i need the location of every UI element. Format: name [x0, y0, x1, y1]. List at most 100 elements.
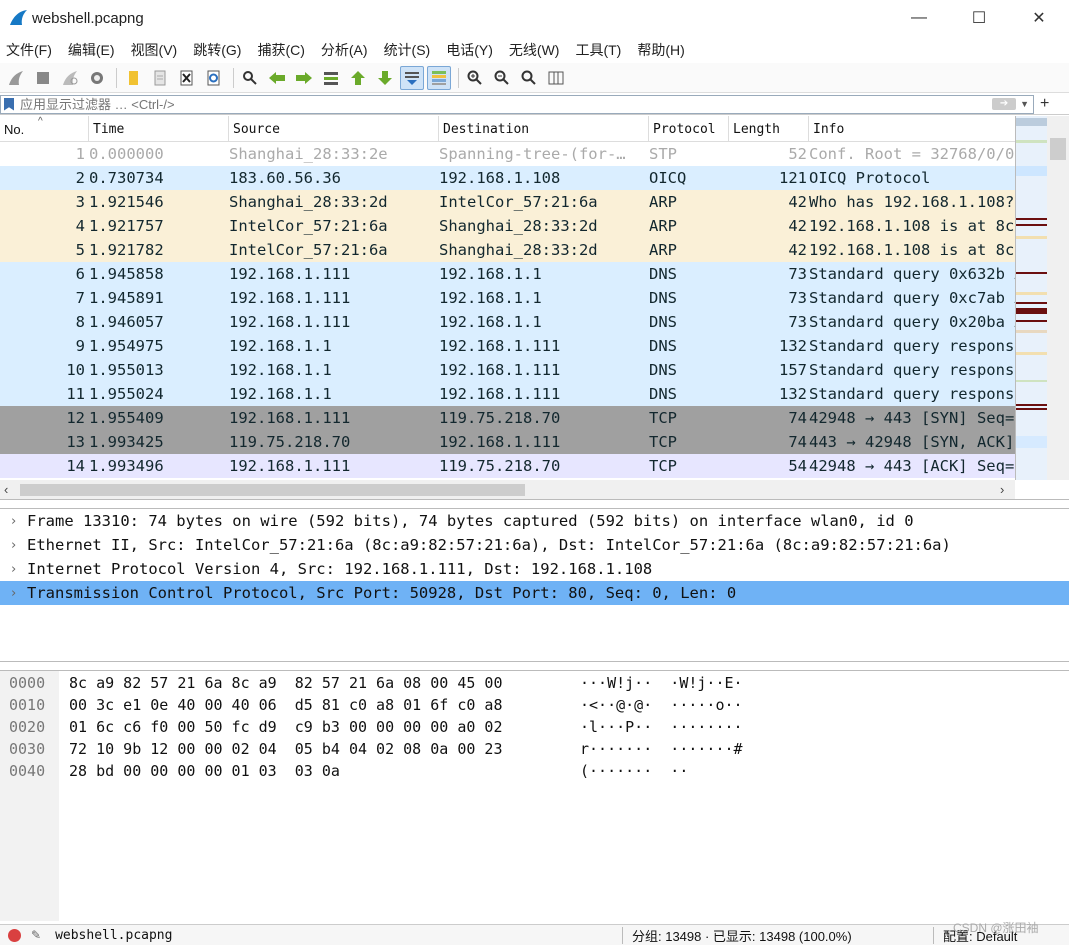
column-header-time[interactable]: Time: [89, 116, 229, 142]
detail-tree-item[interactable]: › Transmission Control Protocol, Src Port…: [0, 581, 1069, 605]
packet-row[interactable]: 4 1.921757 IntelCor_57:21:6a Shanghai_28:33…: [0, 214, 1015, 238]
go-forward-icon[interactable]: [292, 66, 316, 90]
bytes-offset[interactable]: 0020: [9, 716, 45, 738]
bytes-offset[interactable]: 0000: [9, 672, 45, 694]
menu-analyze[interactable]: 分析(A): [321, 40, 368, 60]
start-capture-icon[interactable]: [4, 66, 28, 90]
scroll-right-icon[interactable]: ›: [1000, 482, 1004, 497]
stop-capture-icon[interactable]: [31, 66, 55, 90]
column-header-protocol[interactable]: Protocol: [649, 116, 729, 142]
packet-cell-dst: Shanghai_28:33:2d: [439, 241, 598, 259]
go-last-icon[interactable]: [373, 66, 397, 90]
scrollbar-thumb[interactable]: [1050, 138, 1066, 160]
packet-row[interactable]: 7 1.945891 192.168.1.111 192.168.1.1 DNS 73 St…: [0, 286, 1015, 310]
colorize-icon[interactable]: [427, 65, 451, 90]
column-header-no[interactable]: No.: [0, 116, 89, 142]
bytes-hex[interactable]: 8c a9 82 57 21 6a 8c a9 82 57 21 6a 08 0…: [69, 672, 502, 694]
packet-cell-dst: 192.168.1.1: [439, 313, 542, 331]
scrollbar-thumb[interactable]: [20, 484, 525, 496]
packet-list-vertical-scrollbar[interactable]: [1047, 116, 1069, 480]
restart-capture-icon[interactable]: [58, 66, 82, 90]
detail-tree-item[interactable]: › Ethernet II, Src: IntelCor_57:21:6a (8c…: [0, 533, 1069, 557]
save-file-icon[interactable]: [148, 66, 172, 90]
chevron-down-icon[interactable]: ▼: [1020, 99, 1029, 109]
column-header-length[interactable]: Length: [729, 116, 809, 142]
toolbar-separator: [116, 67, 117, 88]
detail-tree-item[interactable]: › Internet Protocol Version 4, Src: 192.1…: [0, 557, 1069, 581]
find-packet-icon[interactable]: [238, 66, 262, 90]
go-back-icon[interactable]: [265, 66, 289, 90]
open-file-icon[interactable]: [121, 66, 145, 90]
packet-cell-proto: TCP: [649, 433, 677, 451]
capture-comment-icon[interactable]: ✎: [31, 928, 41, 942]
bytes-ascii[interactable]: ···W!j·· ·W!j··E·: [580, 672, 743, 694]
scroll-left-icon[interactable]: ‹: [4, 482, 8, 497]
zoom-in-icon[interactable]: [463, 66, 487, 90]
detail-tree-item[interactable]: › Frame 13310: 74 bytes on wire (592 bits…: [0, 509, 1069, 533]
menu-view[interactable]: 视图(V): [131, 40, 178, 60]
go-first-icon[interactable]: [346, 66, 370, 90]
chevron-right-icon[interactable]: ›: [0, 514, 27, 529]
display-filter-input[interactable]: [20, 96, 993, 112]
menu-tools[interactable]: 工具(T): [575, 40, 621, 60]
chevron-right-icon[interactable]: ›: [0, 538, 27, 553]
packet-minimap[interactable]: [1015, 116, 1047, 480]
menu-edit[interactable]: 编辑(E): [68, 40, 115, 60]
packet-row[interactable]: 8 1.946057 192.168.1.111 192.168.1.1 DNS 73 St…: [0, 310, 1015, 334]
packet-cell-len: 74: [788, 433, 807, 451]
bytes-ascii[interactable]: (······· ··: [580, 760, 688, 782]
bytes-offset[interactable]: 0010: [9, 694, 45, 716]
packet-row[interactable]: 1 0.000000 Shanghai_28:33:2e Spanning-tree-…: [0, 142, 1015, 166]
close-button[interactable]: ✕: [1009, 0, 1069, 36]
minimize-button[interactable]: —: [889, 0, 949, 36]
bytes-offset[interactable]: 0040: [9, 760, 45, 782]
menu-capture[interactable]: 捕获(C): [257, 40, 304, 60]
menu-help[interactable]: 帮助(H): [637, 40, 684, 60]
zoom-out-icon[interactable]: [490, 66, 514, 90]
bytes-offset[interactable]: 0030: [9, 738, 45, 760]
column-header-destination[interactable]: Destination: [439, 116, 649, 142]
go-to-packet-icon[interactable]: [319, 66, 343, 90]
packet-row[interactable]: 10 1.955013 192.168.1.1 192.168.1.111 DNS 157…: [0, 358, 1015, 382]
packet-row[interactable]: 2 0.730734 183.60.56.36 192.168.1.108 OICQ 12…: [0, 166, 1015, 190]
packet-row[interactable]: 11 1.955024 192.168.1.1 192.168.1.111 DNS 132…: [0, 382, 1015, 406]
auto-scroll-icon[interactable]: [400, 65, 424, 90]
expert-info-icon[interactable]: [8, 928, 21, 942]
column-header-info[interactable]: Info: [809, 116, 1015, 142]
bytes-ascii[interactable]: r······· ·······#: [580, 738, 743, 760]
packet-cell-dst: 192.168.1.108: [439, 169, 561, 187]
chevron-right-icon[interactable]: ›: [0, 562, 27, 577]
menu-telephony[interactable]: 电话(Y): [446, 40, 493, 60]
packet-row[interactable]: 5 1.921782 IntelCor_57:21:6a Shanghai_28:33…: [0, 238, 1015, 262]
bytes-hex[interactable]: 01 6c c6 f0 00 50 fc d9 c9 b3 00 00 00 0…: [69, 716, 502, 738]
packet-row[interactable]: 12 1.955409 192.168.1.111 119.75.218.70 TCP 7…: [0, 406, 1015, 430]
close-file-icon[interactable]: [175, 66, 199, 90]
menu-statistics[interactable]: 统计(S): [384, 40, 431, 60]
packet-row[interactable]: 3 1.921546 Shanghai_28:33:2d IntelCor_57:21…: [0, 190, 1015, 214]
bytes-hex[interactable]: 00 3c e1 0e 40 00 40 06 d5 81 c0 a8 01 6…: [69, 694, 502, 716]
reload-file-icon[interactable]: [202, 66, 226, 90]
bytes-ascii[interactable]: ·l···P·· ········: [580, 716, 743, 738]
bytes-hex[interactable]: 72 10 9b 12 00 00 02 04 05 b4 04 02 08 0…: [69, 738, 502, 760]
maximize-button[interactable]: ☐: [949, 0, 1009, 36]
packet-cell-no: 11: [66, 385, 85, 403]
menu-go[interactable]: 跳转(G): [193, 40, 241, 60]
chevron-right-icon[interactable]: ›: [0, 586, 27, 601]
menu-wireless[interactable]: 无线(W): [509, 40, 560, 60]
bookmark-icon[interactable]: [4, 97, 14, 111]
packet-row[interactable]: 6 1.945858 192.168.1.111 192.168.1.1 DNS 73 St…: [0, 262, 1015, 286]
apply-filter-icon[interactable]: ➔: [992, 98, 1017, 110]
packet-row[interactable]: 13 1.993425 119.75.218.70 192.168.1.111 TCP 7…: [0, 430, 1015, 454]
bytes-hex[interactable]: 28 bd 00 00 00 00 01 03 03 0a: [69, 760, 340, 782]
resize-columns-icon[interactable]: [544, 66, 568, 90]
packet-list-horizontal-scrollbar[interactable]: ‹ ›: [0, 480, 1015, 499]
packet-cell-proto: TCP: [649, 457, 677, 475]
menu-file[interactable]: 文件(F): [6, 40, 52, 60]
add-filter-button-icon[interactable]: +: [1040, 95, 1049, 113]
packet-row[interactable]: 9 1.954975 192.168.1.1 192.168.1.111 DNS 132 S…: [0, 334, 1015, 358]
packet-row[interactable]: 14 1.993496 192.168.1.111 119.75.218.70 TCP 5…: [0, 454, 1015, 478]
normal-size-icon[interactable]: [517, 66, 541, 90]
column-header-source[interactable]: Source: [229, 116, 439, 142]
capture-options-icon[interactable]: [85, 66, 109, 90]
bytes-ascii[interactable]: ·<··@·@· ·····o··: [580, 694, 743, 716]
